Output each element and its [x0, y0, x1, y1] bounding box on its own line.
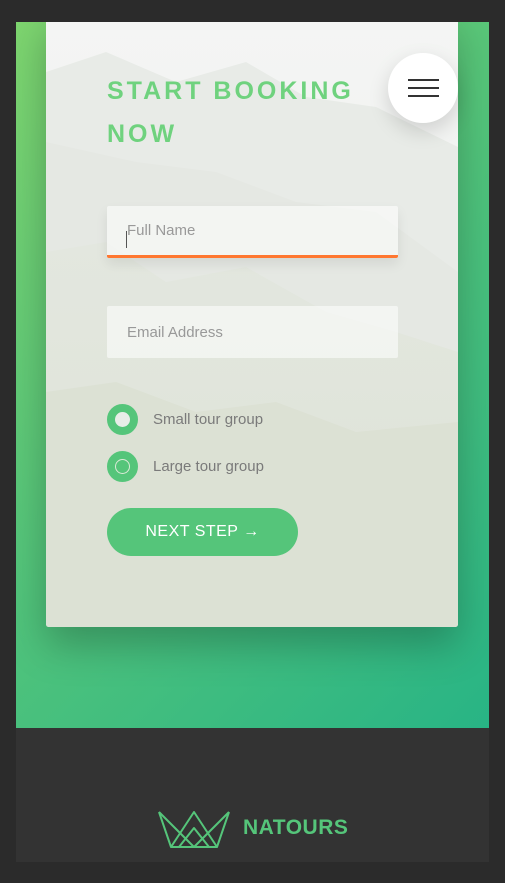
- radio-label-large: Large tour group: [153, 457, 264, 475]
- page-viewport: START BOOKING NOW Small tour group Large…: [16, 22, 489, 862]
- crown-logo-icon: [158, 811, 230, 848]
- radio-inner: [115, 458, 130, 474]
- brand-name: NATOURS: [243, 816, 349, 839]
- radio-label-small: Small tour group: [153, 410, 264, 428]
- hamburger-icon: [407, 79, 439, 97]
- radio-large-tour-group[interactable]: Large tour group: [107, 450, 264, 482]
- radio-button[interactable]: [107, 450, 138, 482]
- booking-title: START BOOKING NOW: [107, 77, 354, 148]
- email-address-input[interactable]: [107, 306, 398, 358]
- text-cursor: [126, 231, 127, 248]
- radio-small-tour-group[interactable]: Small tour group: [107, 403, 263, 435]
- footer-logo[interactable]: NATOURS: [157, 808, 348, 848]
- radio-button[interactable]: [107, 403, 138, 435]
- footer: NATOURS: [16, 728, 489, 862]
- booking-card: START BOOKING NOW Small tour group Large…: [46, 22, 458, 627]
- radio-inner: [115, 411, 130, 427]
- next-step-button[interactable]: NEXT STEP →: [107, 508, 298, 556]
- booking-section: START BOOKING NOW Small tour group Large…: [16, 22, 489, 728]
- full-name-input[interactable]: [107, 206, 398, 258]
- navigation-menu-button[interactable]: [388, 53, 458, 123]
